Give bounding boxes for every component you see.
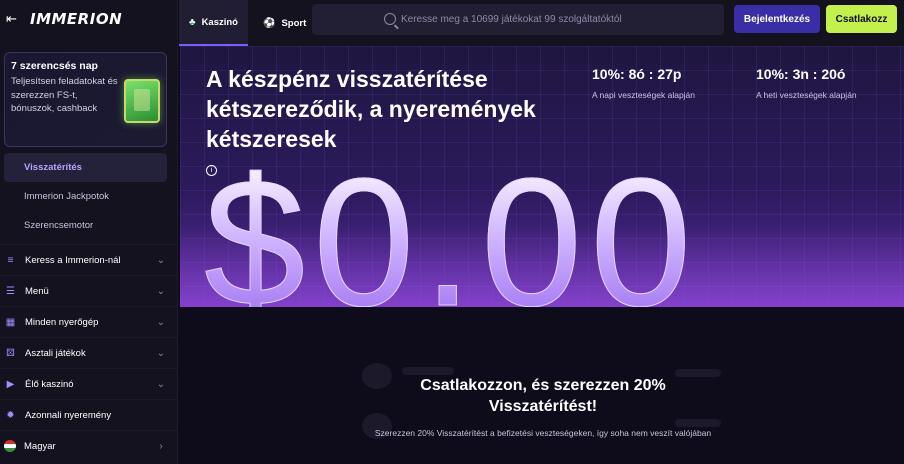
nav-item-label: Keress a Immerion-nál: [25, 254, 121, 266]
collapse-sidebar-icon[interactable]: ⇤: [6, 12, 20, 26]
cashback-submenu: Visszatérítés Immerion Jackpotok Szerenc…: [0, 153, 178, 240]
search-input[interactable]: Keresse meg a 10699 játékokat 99 szolgál…: [312, 4, 724, 35]
submenu-item-luck-engine[interactable]: Szerencsemotor: [4, 211, 167, 240]
daily-cashback-label: A napi veszteségek alapján: [592, 90, 696, 100]
nav-item-live-casino[interactable]: ▶ Élő kaszinó ⌄: [0, 368, 178, 399]
dice-icon: ⚄: [6, 347, 15, 359]
menu-icon: ☰: [6, 285, 15, 297]
nav-item-search[interactable]: ≡ Keress a Immerion-nál ⌄: [0, 244, 178, 275]
coins-icon: ≡: [7, 254, 14, 266]
promo-text: Teljesítsen feladatokat és szerezzen FS-…: [11, 76, 118, 114]
login-button[interactable]: Bejelentkezés: [734, 5, 820, 33]
grid-icon: ▦: [5, 316, 16, 328]
nav-item-label: Azonnali nyeremény: [25, 409, 112, 421]
promo-card[interactable]: 7 szerencsés nap Teljesítsen feladatokat…: [4, 52, 167, 147]
sidebar-nav: ≡ Keress a Immerion-nál ⌄ ☰ Menü ⌄ ▦ Min…: [0, 244, 178, 461]
chevron-down-icon[interactable]: ⌄: [154, 286, 168, 297]
promo-title: 7 szerencsés nap: [11, 60, 98, 72]
sidebar: ⇤ IMMERION 7 szerencsés nap Teljesítsen …: [0, 0, 178, 464]
burst-icon: ✹: [6, 409, 15, 421]
nav-item-label: Menü: [25, 285, 49, 297]
weekly-cashback-stat: 10%: 3n : 20ó A heti veszteségek alapján: [756, 66, 857, 100]
weekly-cashback-label: A heti veszteségek alapján: [756, 90, 857, 100]
nav-item-all-slots[interactable]: ▦ Minden nyerőgép ⌄: [0, 306, 178, 337]
chevron-right-icon[interactable]: ›: [154, 441, 168, 452]
top-bar: ♣ Kaszinó ⚽ Sport Keresse meg a 10699 já…: [179, 0, 904, 46]
chevron-down-icon[interactable]: ⌄: [154, 317, 168, 328]
nav-item-instant-win[interactable]: ✹ Azonnali nyeremény: [0, 399, 178, 430]
placeholder-coin-graphic: [362, 363, 392, 389]
placeholder-bar-graphic: [402, 367, 454, 375]
submenu-item-cashback[interactable]: Visszatérítés: [4, 153, 167, 182]
daily-cashback-timer: 10%: 8ó : 27p: [592, 66, 682, 82]
tab-label: Sport: [281, 17, 307, 29]
casino-icon: ♣: [189, 16, 196, 28]
weekly-cashback-timer: 10%: 3n : 20ó: [756, 66, 846, 82]
join-title: Csatlakozzon, és szerezzen 20% Visszatér…: [420, 377, 666, 415]
nav-item-label: Asztali játékok: [25, 347, 86, 359]
brand-logo[interactable]: IMMERION: [30, 10, 122, 28]
play-icon: ▶: [6, 378, 15, 390]
tab-casino[interactable]: ♣ Kaszinó: [179, 0, 248, 46]
nav-item-menu[interactable]: ☰ Menü ⌄: [0, 275, 178, 306]
tab-label: Kaszinó: [201, 16, 238, 28]
chevron-down-icon[interactable]: ⌄: [154, 348, 168, 359]
logo-row: ⇤ IMMERION: [0, 0, 177, 38]
nav-item-label: Minden nyerőgép: [25, 316, 99, 328]
chevron-down-icon[interactable]: ⌄: [154, 255, 168, 266]
loot-box-icon: [124, 79, 160, 123]
submenu-item-label: Visszatérítés: [24, 162, 82, 173]
tab-sport[interactable]: ⚽ Sport: [253, 0, 316, 46]
daily-cashback-stat: 10%: 8ó : 27p A napi veszteségek alapján: [592, 66, 695, 100]
nav-item-label: Élő kaszinó: [25, 378, 74, 390]
sport-icon: ⚽: [263, 17, 276, 29]
submenu-item-jackpots[interactable]: Immerion Jackpotok: [4, 182, 167, 211]
cashback-amount: $0.00: [203, 151, 699, 308]
search-placeholder: Keresse meg a 10699 játékokat 99 szolgál…: [401, 14, 622, 25]
nav-item-label: Magyar: [24, 440, 56, 452]
placeholder-bar-graphic: [675, 419, 721, 427]
hungary-flag-icon: [4, 440, 16, 452]
submenu-item-label: Szerencsemotor: [24, 220, 94, 231]
chevron-down-icon[interactable]: ⌄: [154, 379, 168, 390]
cashback-hero: A készpénz visszatérítése kétszereződik,…: [180, 46, 904, 307]
join-subtitle: Szerezzen 20% Visszatérítést a befizetés…: [374, 428, 712, 438]
nav-item-language[interactable]: Magyar ›: [0, 430, 178, 461]
join-button[interactable]: Csatlakozz: [826, 5, 897, 33]
search-icon: [384, 13, 396, 25]
nav-item-table-games[interactable]: ⚄ Asztali játékok ⌄: [0, 337, 178, 368]
join-section: Csatlakozzon, és szerezzen 20% Visszatér…: [180, 307, 904, 464]
submenu-item-label: Immerion Jackpotok: [24, 191, 110, 202]
